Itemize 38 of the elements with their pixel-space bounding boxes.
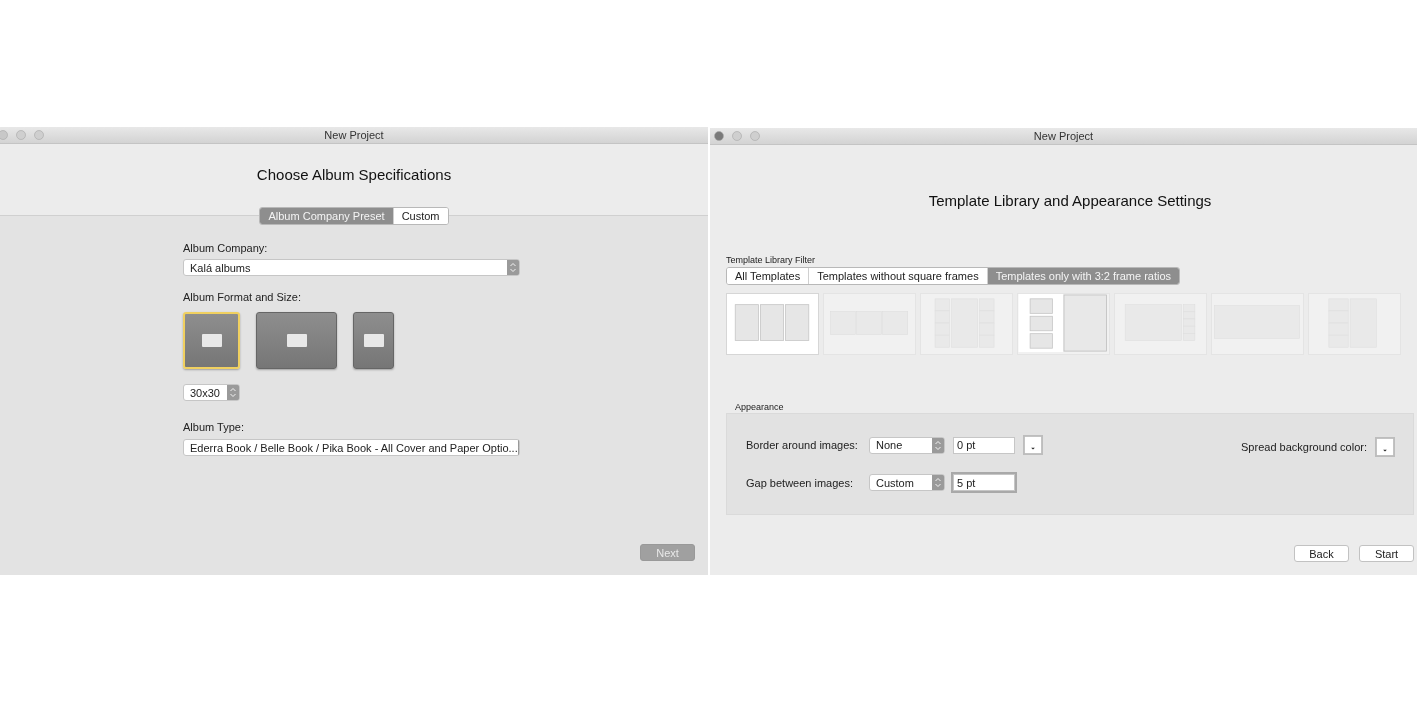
field-label: Gap between images: [746, 476, 854, 489]
field-label: Album Format and Size: [183, 291, 302, 303]
style-dropdown[interactable]: None [869, 436, 945, 454]
company-dropdown[interactable]: Kalá albums [183, 259, 520, 276]
dialog-heading: Template Library and Appearance Settings [927, 192, 1213, 211]
color-well[interactable] [1023, 435, 1043, 455]
window-title: New Project [1033, 130, 1094, 142]
zoom-button[interactable] [34, 130, 44, 140]
window-title: New Project [324, 129, 384, 141]
close-button[interactable] [714, 131, 724, 141]
section-label: Template Library Filter [726, 255, 817, 265]
segment-tab[interactable]: Custom [392, 208, 448, 224]
minimize-button[interactable] [732, 131, 742, 141]
dialog-button[interactable]: Back [1294, 545, 1349, 562]
album-type-dropdown[interactable]: Ederra Book / Belle Book / Pika Book - All Cover and Paper Optio... [183, 439, 520, 456]
group-label: Appearance [735, 402, 785, 412]
template-thumbnail[interactable] [726, 293, 819, 355]
dialog-button[interactable]: Start [1359, 545, 1414, 562]
stepper-icon [227, 385, 239, 400]
template-thumbnail[interactable] [1017, 293, 1110, 355]
size-dropdown[interactable]: 30x30 [183, 384, 240, 401]
stepper-icon [932, 437, 944, 453]
size-field[interactable]: 0 pt [953, 436, 1015, 454]
field-label: Album Company: [183, 242, 269, 254]
field-label: Spread background color: [1241, 441, 1367, 453]
stepper-icon [932, 475, 944, 490]
size-field[interactable]: 5 pt [953, 474, 1015, 491]
minimize-button[interactable] [16, 130, 26, 140]
album-cover-option[interactable] [256, 312, 337, 369]
field-label: Border around images: [746, 439, 859, 451]
color-well[interactable] [1375, 437, 1395, 457]
field-label: Album Type: [183, 421, 245, 433]
style-dropdown[interactable]: Custom [869, 474, 945, 491]
stepper-icon [507, 260, 519, 275]
zoom-button[interactable] [750, 131, 760, 141]
album-cover-option[interactable] [353, 312, 394, 369]
close-button[interactable] [0, 130, 8, 140]
dialog-heading: Choose Album Specifications [256, 166, 452, 185]
